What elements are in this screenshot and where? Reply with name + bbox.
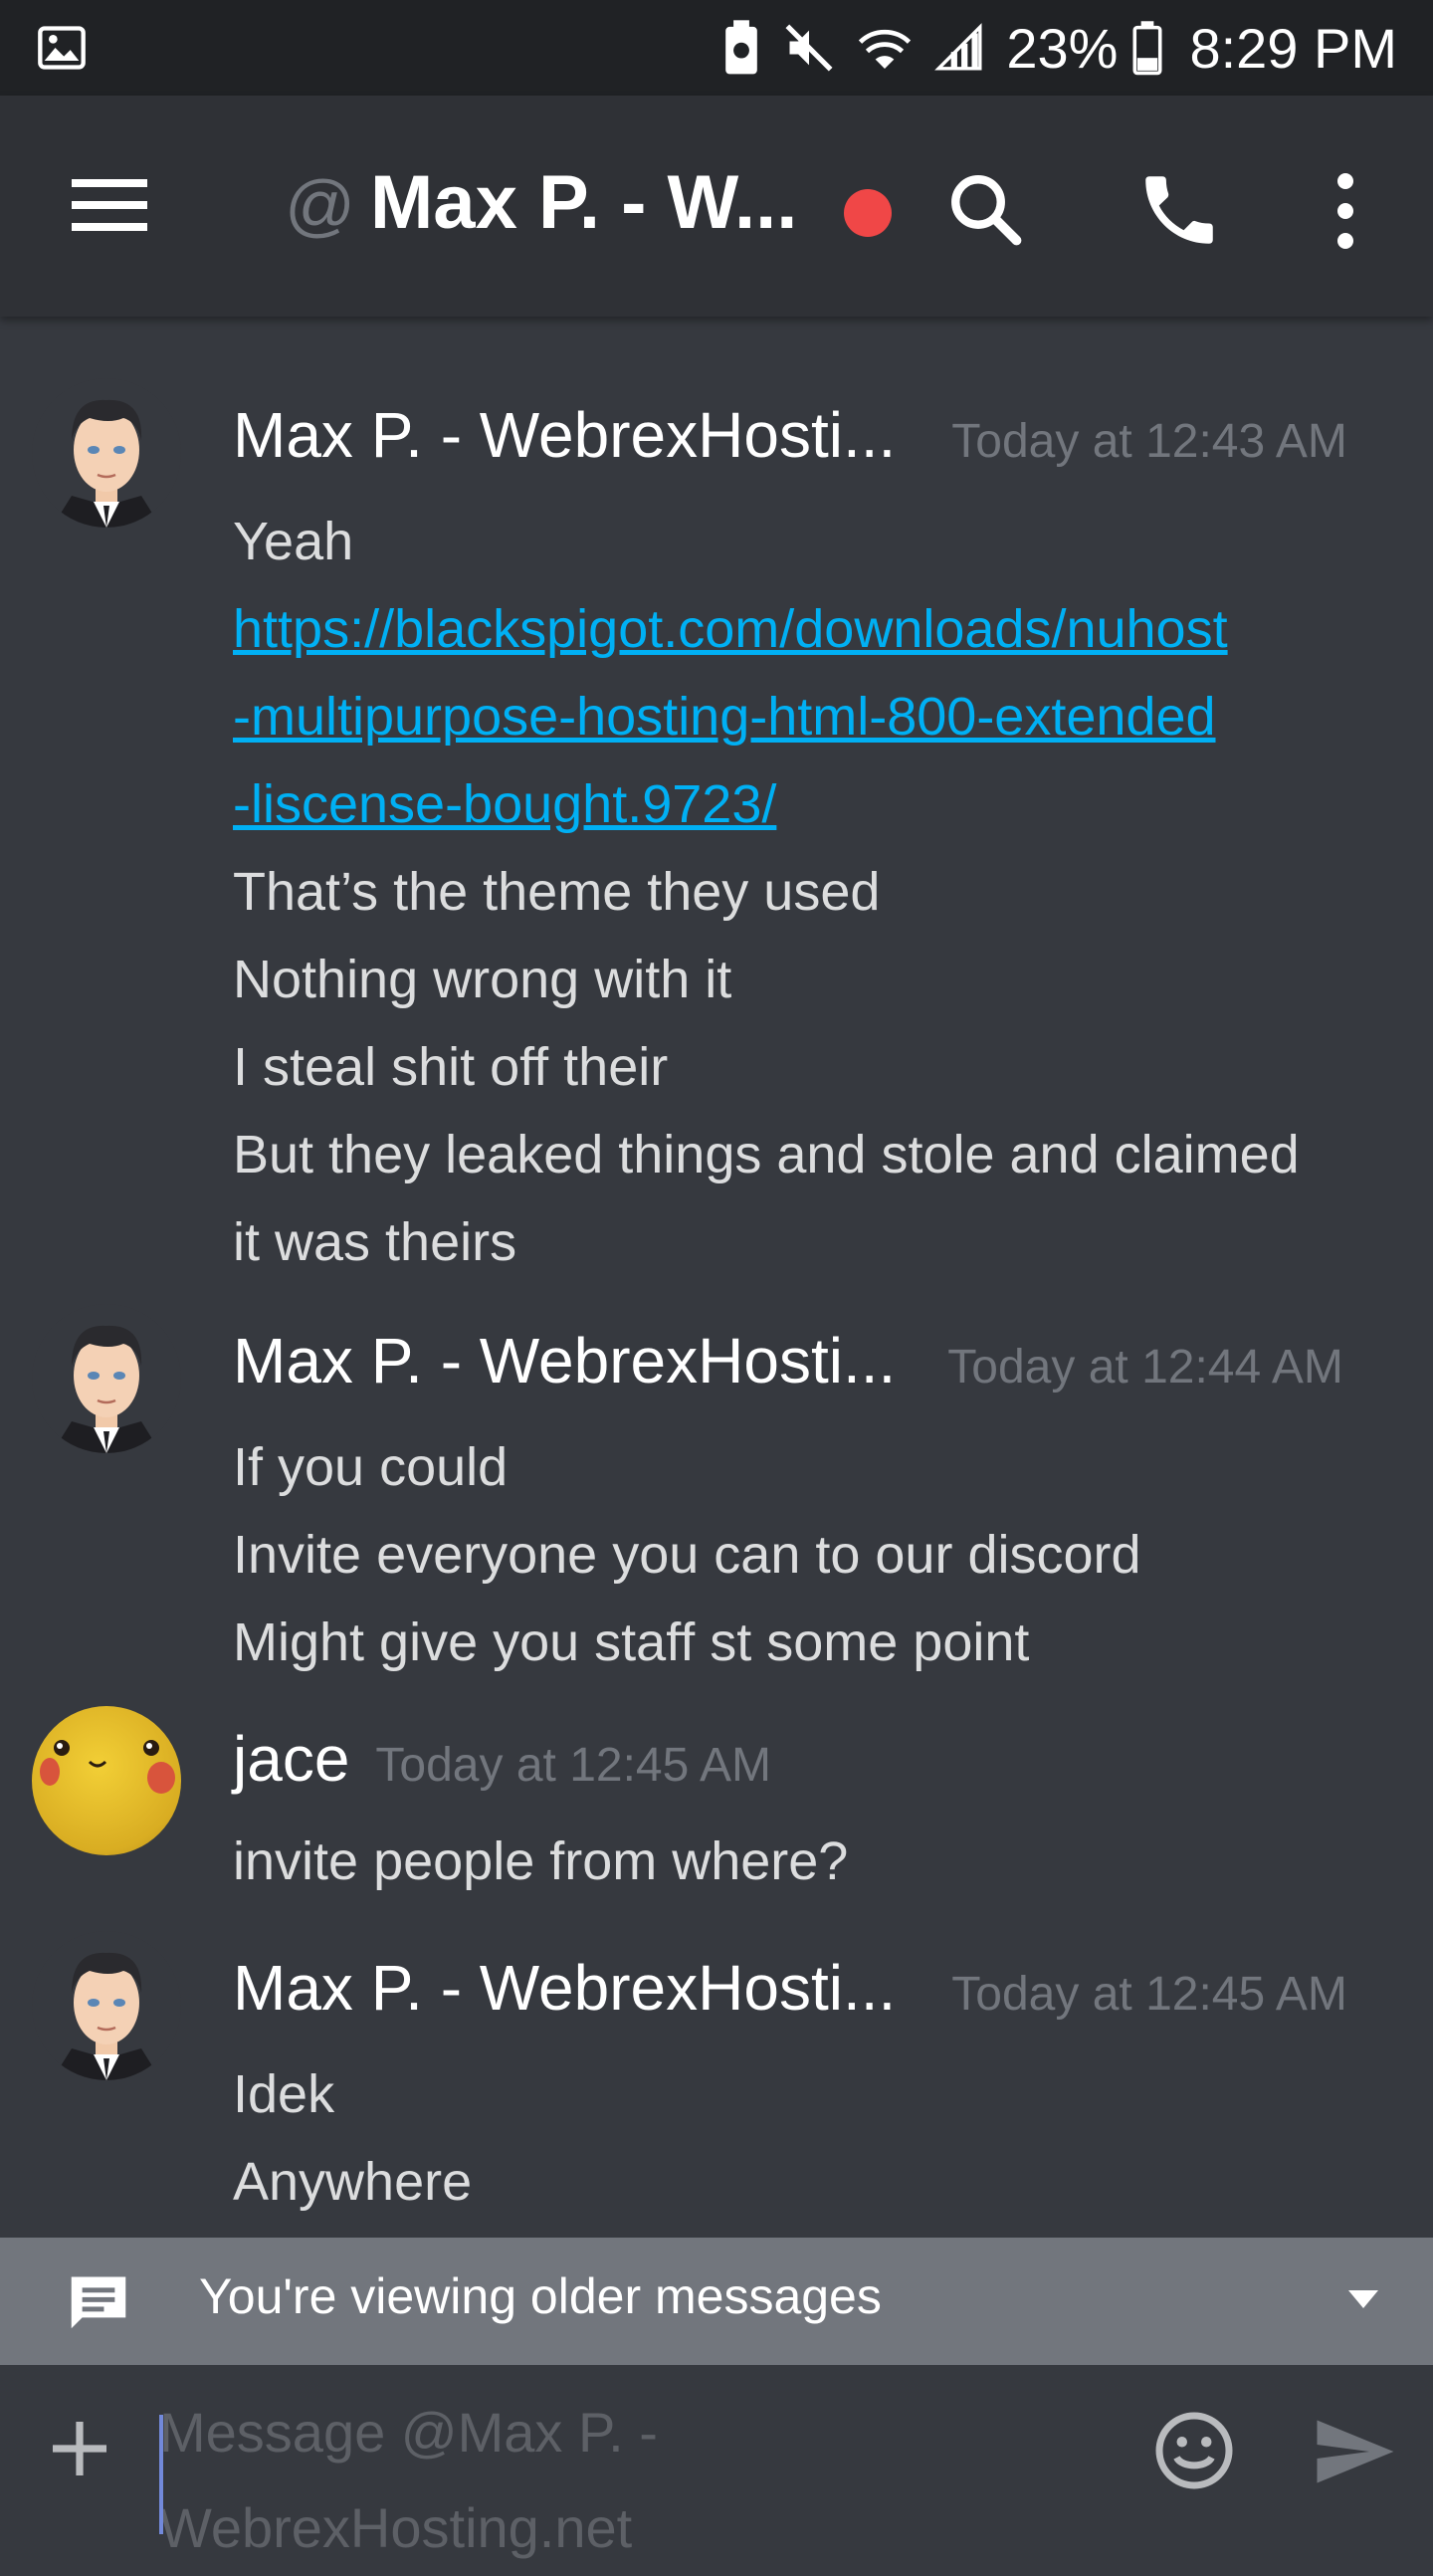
message-header: Max P. - WebrexHosti... Today at 12:45 A… bbox=[233, 1951, 1347, 2025]
message-text: Idek bbox=[233, 2064, 335, 2124]
timestamp: Today at 12:44 AM bbox=[947, 1341, 1343, 1394]
status-indicator bbox=[844, 189, 892, 237]
text-caret bbox=[159, 2415, 163, 2534]
add-attachment-button[interactable] bbox=[44, 2413, 115, 2484]
message-text: Anywhere bbox=[233, 2152, 473, 2212]
message-header: jace Today at 12:45 AM bbox=[233, 1722, 771, 1796]
send-button[interactable] bbox=[1312, 2417, 1399, 2486]
menu-icon bbox=[72, 179, 147, 231]
username[interactable]: Max P. - WebrexHosti... bbox=[233, 398, 896, 472]
timestamp: Today at 12:45 AM bbox=[951, 1968, 1347, 2021]
channel-title[interactable]: Max P. - W... bbox=[370, 159, 808, 246]
message-text: Invite everyone you can to our discord bbox=[233, 1525, 1141, 1585]
at-symbol: @ bbox=[285, 166, 356, 244]
more-options-button[interactable] bbox=[1322, 169, 1369, 253]
message-text: That’s the theme they used bbox=[233, 862, 881, 922]
message-text: Might give you staff st some point bbox=[233, 1612, 1030, 1672]
timestamp: Today at 12:45 AM bbox=[375, 1739, 771, 1792]
cartoon-man-avatar[interactable] bbox=[32, 378, 181, 528]
cartoon-man-avatar[interactable] bbox=[32, 1931, 181, 2080]
username[interactable]: jace bbox=[233, 1722, 349, 1796]
call-button[interactable] bbox=[1134, 165, 1224, 255]
jump-to-present-icon[interactable] bbox=[1345, 2287, 1381, 2316]
search-icon bbox=[951, 175, 1022, 246]
smiley-icon bbox=[1155, 2412, 1233, 2489]
message-input-placeholder-line1: Message @Max P. - bbox=[159, 2401, 658, 2464]
message-text: invite people from where? bbox=[233, 1831, 849, 1891]
send-icon bbox=[1317, 2420, 1394, 2483]
battery-icon bbox=[1131, 20, 1163, 76]
timestamp: Today at 12:43 AM bbox=[951, 415, 1347, 468]
message-text: But they leaked things and stole and cla… bbox=[233, 1125, 1300, 1184]
username[interactable]: Max P. - WebrexHosti... bbox=[233, 1951, 896, 2025]
older-messages-bar[interactable]: You're viewing older messages bbox=[0, 2238, 1433, 2365]
message-header: Max P. - WebrexHosti... Today at 12:43 A… bbox=[233, 398, 1347, 472]
message-link[interactable]: -multipurpose-hosting-html-800-extended bbox=[233, 673, 1407, 760]
status-bar: 23% 8:29 PM bbox=[0, 0, 1433, 96]
message-link[interactable]: https://blackspigot.com/downloads/nuhost bbox=[233, 585, 1407, 673]
menu-button[interactable] bbox=[72, 175, 151, 235]
pikachu-avatar[interactable] bbox=[32, 1706, 181, 1855]
message-input-placeholder-line2: WebrexHosting.net bbox=[159, 2496, 633, 2559]
battery-percent: 23% bbox=[1006, 16, 1119, 80]
more-vert-icon bbox=[1337, 173, 1353, 249]
message-text: Yeah bbox=[233, 512, 354, 571]
phone-icon bbox=[1145, 176, 1213, 244]
clock: 8:29 PM bbox=[1189, 16, 1397, 80]
username[interactable]: Max P. - WebrexHosti... bbox=[233, 1324, 896, 1397]
signal-icon bbox=[934, 23, 984, 73]
app-bar: @ Max P. - W... bbox=[0, 96, 1433, 317]
message-composer: Message @Max P. - WebrexHosting.net bbox=[0, 2365, 1433, 2559]
message-link[interactable]: -liscense-bought.9723/ bbox=[233, 760, 1407, 848]
gallery-notification-icon bbox=[36, 22, 88, 74]
plus-icon bbox=[53, 2422, 106, 2475]
message-header: Max P. - WebrexHosti... Today at 12:44 A… bbox=[233, 1324, 1343, 1397]
emoji-button[interactable] bbox=[1152, 2409, 1236, 2492]
message-text: I steal shit off their bbox=[233, 1037, 669, 1097]
battery-saver-icon bbox=[721, 19, 761, 77]
message-text: it was theirs bbox=[233, 1212, 517, 1272]
wifi-icon bbox=[857, 22, 913, 74]
message-input[interactable]: Message @Max P. - WebrexHosting.net bbox=[159, 2385, 1105, 2559]
mute-icon bbox=[783, 22, 835, 74]
message-text: If you could bbox=[233, 1437, 509, 1497]
search-button[interactable] bbox=[943, 167, 1027, 251]
chat-bubble-icon bbox=[66, 2271, 131, 2336]
message-text: Nothing wrong with it bbox=[233, 950, 732, 1009]
message-list[interactable]: Max P. - WebrexHosti... Today at 12:43 A… bbox=[0, 317, 1433, 2238]
cartoon-man-avatar[interactable] bbox=[32, 1304, 181, 1453]
older-messages-label: You're viewing older messages bbox=[199, 2268, 882, 2324]
